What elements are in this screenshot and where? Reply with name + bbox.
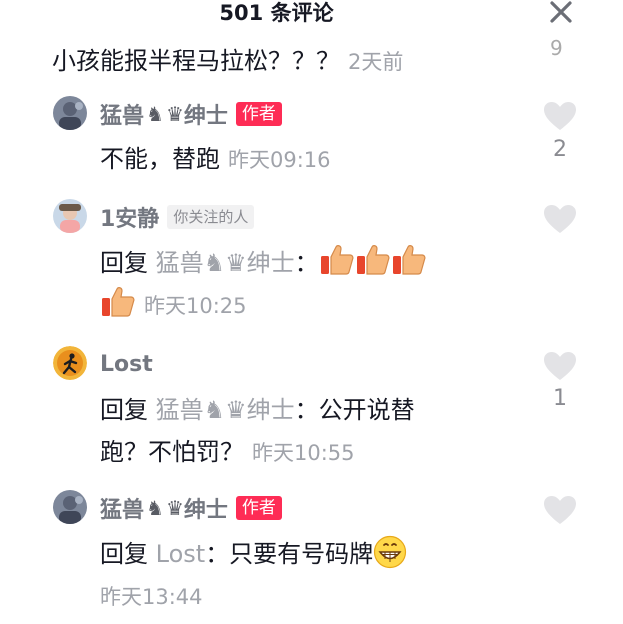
- comment-time: 昨天10:25: [144, 294, 247, 318]
- comment-username[interactable]: 1安静 你关注的人: [100, 203, 255, 232]
- comment-text: 不能，替跑: [100, 145, 220, 173]
- heart-icon[interactable]: [542, 203, 578, 235]
- username-suffix: 绅士: [183, 104, 228, 129]
- thumbs-up-emoji: [391, 242, 427, 278]
- reply-to-user[interactable]: 猛兽♞♛绅士: [156, 249, 295, 277]
- comments-header: 501 条评论: [0, 0, 623, 30]
- reply-to-name: 猛兽: [155, 396, 204, 424]
- avatar[interactable]: [53, 199, 87, 233]
- comment-username[interactable]: 猛兽 ♞ ♛ 绅士 作者: [100, 494, 282, 523]
- knight-icon: ♞: [203, 396, 226, 424]
- comment-body[interactable]: 回复 Lost：只要有号码牌 昨天13:44: [100, 533, 540, 618]
- like-count: 2: [553, 137, 567, 162]
- comment-text: 跑？不怕罚？: [100, 438, 244, 466]
- parent-comment-time: 2天前: [348, 50, 404, 74]
- thumbs-up-emoji: [319, 242, 355, 278]
- reply-to-suffix: 绅士: [246, 396, 295, 424]
- thumbs-up-emoji: [100, 284, 136, 320]
- crown-icon: ♛: [225, 249, 247, 277]
- username-text: 1安静: [100, 207, 160, 232]
- crown-icon: ♛: [165, 496, 184, 520]
- reply-to-suffix: 绅士: [246, 249, 295, 277]
- avatar[interactable]: [53, 346, 87, 380]
- crown-icon: ♛: [225, 396, 247, 424]
- avatar[interactable]: [53, 96, 87, 130]
- comment-time: 昨天09:16: [228, 148, 331, 172]
- reply-to-user[interactable]: Lost: [156, 540, 206, 568]
- avatar[interactable]: [53, 490, 87, 524]
- author-badge: 作者: [235, 102, 282, 126]
- close-icon[interactable]: [546, 0, 576, 26]
- partial-like-count: 9: [550, 36, 563, 60]
- reply-label: 回复: [100, 396, 148, 424]
- comment-text: ：公开说替: [294, 396, 415, 424]
- comment-username[interactable]: Lost: [100, 350, 153, 378]
- comment-text: ：只要有号码牌: [205, 540, 374, 568]
- reply-to-user[interactable]: 猛兽♞♛绅士: [156, 396, 295, 424]
- comment-time: 昨天13:44: [100, 585, 203, 609]
- parent-comment-text: 小孩能报半程马拉松？？？: [52, 47, 340, 75]
- username-text: 猛兽: [100, 498, 145, 523]
- reply-label: 回复: [100, 249, 148, 277]
- username-suffix: 绅士: [183, 498, 228, 523]
- username-text: 猛兽: [100, 104, 145, 129]
- author-badge: 作者: [235, 496, 282, 520]
- heart-icon[interactable]: [542, 350, 578, 382]
- like-count: 1: [553, 386, 567, 411]
- knight-icon: ♞: [203, 249, 226, 277]
- comment-body[interactable]: 回复 猛兽♞♛绅士： 昨天10:25: [100, 242, 540, 327]
- heart-icon[interactable]: [542, 100, 578, 132]
- grinning-emoji: [373, 535, 407, 569]
- heart-icon[interactable]: [542, 494, 578, 526]
- following-badge: 你关注的人: [167, 205, 255, 229]
- crown-icon: ♛: [165, 102, 184, 126]
- reply-label: 回复: [100, 540, 148, 568]
- comment-body[interactable]: 不能，替跑 昨天09:16: [100, 138, 540, 181]
- parent-comment[interactable]: 小孩能报半程马拉松？？？ 2天前: [52, 41, 403, 76]
- username-text: Lost: [100, 351, 153, 377]
- knight-icon: ♞: [146, 102, 164, 126]
- comments-count-title: 501 条评论: [219, 1, 334, 25]
- thumbs-up-emoji: [355, 242, 391, 278]
- knight-icon: ♞: [146, 496, 164, 520]
- reply-to-name: 猛兽: [155, 249, 204, 277]
- comment-body[interactable]: 回复 猛兽♞♛绅士：公开说替跑？不怕罚？ 昨天10:55: [100, 389, 540, 474]
- comment-username[interactable]: 猛兽 ♞ ♛ 绅士 作者: [100, 100, 282, 129]
- comment-time: 昨天10:55: [252, 441, 355, 465]
